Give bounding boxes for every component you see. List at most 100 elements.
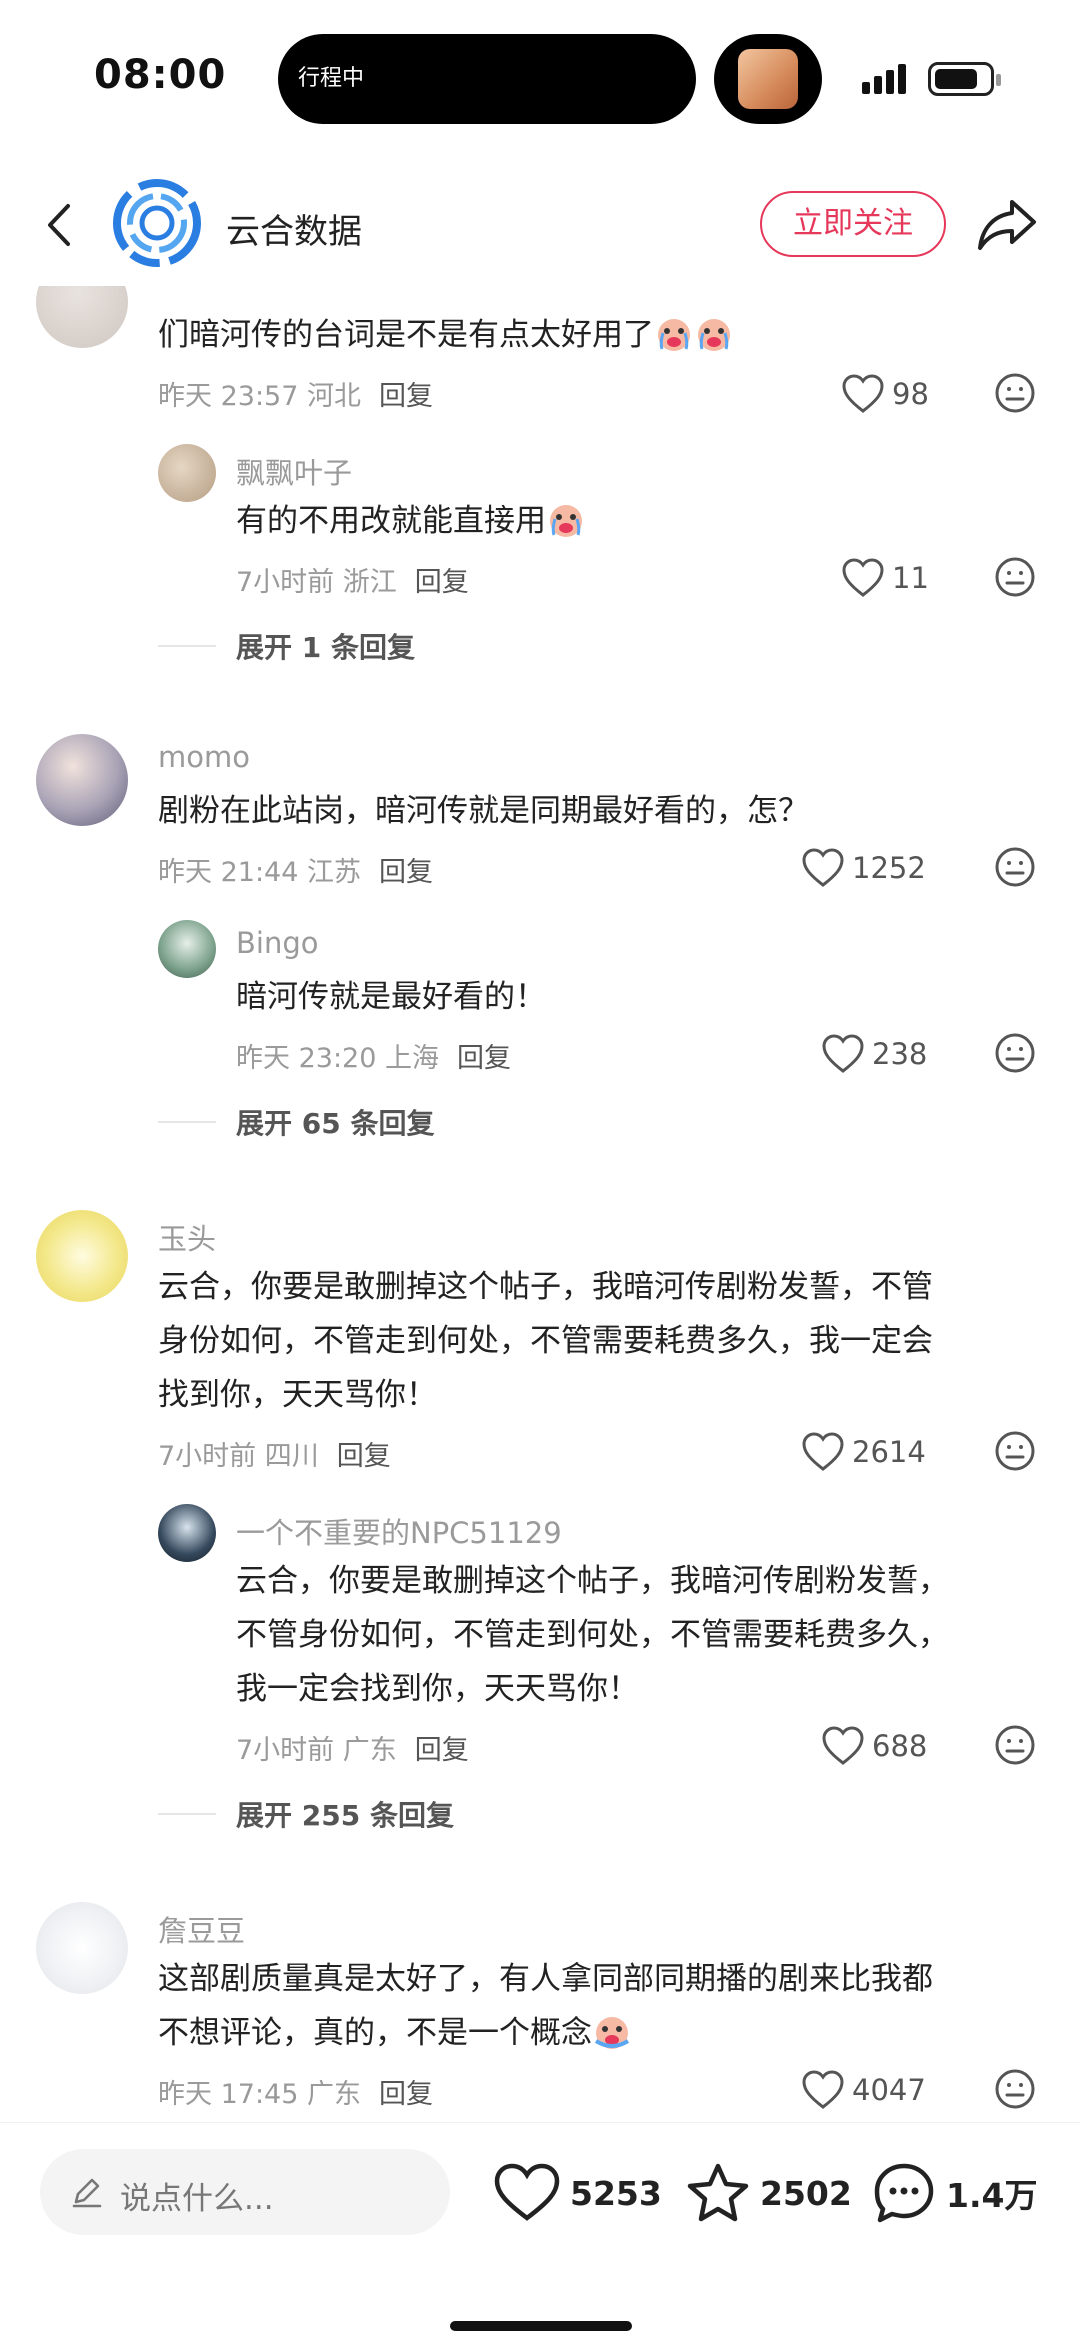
reply-meta: 7小时前 广东 回复 [236,1728,469,1767]
heart-outline-icon [842,374,884,413]
reply-button[interactable]: 回复 [415,567,469,598]
account-name[interactable]: 云合数据 [226,204,362,253]
comment-text: 剧粉在此站岗，暗河传就是同期最好看的，怎？ [158,793,809,829]
dislike-button[interactable] [994,2068,1036,2114]
like-button[interactable]: 4047 [802,2068,926,2112]
dynamic-island[interactable]: 行程中 [278,34,696,124]
reply-time: 昨天 23:20 [236,1043,377,1074]
comment-time: 昨天 23:57 [158,381,299,412]
comment-input[interactable]: 说点什么... [40,2149,450,2235]
battery-icon [928,62,1001,96]
like-button[interactable]: 11 [842,556,929,600]
comment-input-placeholder: 说点什么... [120,2181,274,2217]
reply-avatar[interactable] [158,1504,216,1562]
post-like-button[interactable]: 5253 [494,2153,662,2233]
dislike-button[interactable] [994,372,1036,418]
reply-button[interactable]: 回复 [379,381,433,412]
share-button[interactable] [976,196,1038,252]
like-count: 4047 [852,2073,926,2107]
reply-text-line: 不管身份如何，不管走到何处，不管需要耗费多久， [236,1617,949,1653]
comment-meta: 昨天 21:44 江苏 回复 [158,850,433,889]
signal-icon [862,64,914,94]
island-app-thumbnail[interactable] [714,34,822,124]
meh-face-icon [995,2069,1035,2109]
reply-button[interactable]: 回复 [379,857,433,888]
reply-button[interactable]: 回复 [379,2079,433,2110]
like-button[interactable]: 238 [822,1032,927,1076]
dislike-button[interactable] [994,846,1036,892]
reply-text: 有的不用改就能直接用 [236,494,1036,548]
dislike-button[interactable] [994,1430,1036,1476]
expand-replies-label: 展开 65 条回复 [236,1107,435,1140]
reply-avatar[interactable] [158,444,216,502]
crying-emoji-icon [694,313,734,353]
commenter-avatar[interactable] [36,286,128,348]
reply-username[interactable]: Bingo [236,926,318,960]
like-count: 2614 [852,1435,926,1469]
comment-meta: 7小时前 四川 回复 [158,1434,391,1473]
back-button[interactable] [40,200,80,250]
expand-replies-button[interactable]: 展开 65 条回复 [158,1102,434,1142]
comment-location: 广东 [307,2079,361,2110]
reply-username[interactable]: 一个不重要的NPC51129 [236,1510,562,1552]
commenter-username[interactable]: 玉头 [158,1216,216,1258]
meh-face-icon [995,847,1035,887]
like-button[interactable]: 2614 [802,1430,926,1474]
post-favorite-count: 2502 [760,2173,852,2213]
expand-replies-button[interactable]: 展开 255 条回复 [158,1794,454,1834]
commenter-avatar[interactable] [36,734,128,826]
heart-outline-icon [802,1432,844,1471]
post-favorite-button[interactable]: 2502 [686,2153,852,2233]
heart-outline-icon [822,1034,864,1073]
reply-avatar[interactable] [158,920,216,978]
commenter-avatar[interactable] [36,1210,128,1302]
reply-time: 7小时前 [236,1735,335,1766]
heart-outline-icon [802,2070,844,2109]
commenter-username[interactable]: momo [158,740,250,774]
comment-text-line: 找到你，天天骂你！ [158,1377,437,1413]
comment-meta: 昨天 17:45 广东 回复 [158,2072,433,2111]
follow-button[interactable]: 立即关注 [760,191,946,257]
dislike-button[interactable] [994,1724,1036,1770]
heart-outline-icon [802,848,844,887]
like-button[interactable]: 98 [842,372,929,416]
meh-face-icon [995,373,1035,413]
crying-emoji-icon [654,313,694,353]
meh-face-icon [995,1431,1035,1471]
comment-meta: 昨天 23:57 河北 回复 [158,374,433,413]
comment-list[interactable]: 们暗河传的台词是不是有点太好用了 昨天 23:57 河北 回复 98 飘飘叶子 有… [0,286,1080,2122]
like-count: 1252 [852,851,926,885]
expand-replies-label: 展开 255 条回复 [236,1799,454,1832]
post-comment-button[interactable]: 1.4万 [872,2153,1037,2233]
comment-location: 四川 [264,1441,319,1472]
heart-outline-icon [842,558,884,597]
reply-location: 广东 [342,1735,397,1766]
reply-button[interactable]: 回复 [415,1735,469,1766]
like-button[interactable]: 1252 [802,846,926,890]
like-button[interactable]: 688 [822,1724,927,1768]
reply-button[interactable]: 回复 [457,1043,511,1074]
comment-text: 们暗河传的台词是不是有点太好用了 [158,308,1038,362]
reply-button[interactable]: 回复 [337,1441,391,1472]
post-comment-count: 1.4万 [946,2176,1038,2215]
like-count: 688 [872,1729,928,1763]
dislike-button[interactable] [994,1032,1036,1078]
meh-face-icon [995,1725,1035,1765]
status-time: 08:00 [94,52,227,98]
reply-text: 云合，你要是敢删掉这个帖子，我暗河传剧粉发誓， 不管身份如何，不管走到何处，不管… [236,1554,1036,1716]
expand-replies-button[interactable]: 展开 1 条回复 [158,626,415,666]
reply-text: 暗河传就是最好看的！ [236,979,546,1015]
commenter-username[interactable]: 詹豆豆 [158,1908,245,1950]
commenter-avatar[interactable] [36,1902,128,1994]
comment-text-line: 云合，你要是敢删掉这个帖子，我暗河传剧粉发誓，不管 [158,1269,933,1305]
home-indicator[interactable] [450,2321,632,2331]
share-icon [978,200,1036,250]
comment-text-line: 身份如何，不管走到何处，不管需要耗费多久，我一定会 [158,1323,933,1359]
reply-text-line: 云合，你要是敢删掉这个帖子，我暗河传剧粉发誓， [236,1563,949,1599]
meh-face-icon [995,557,1035,597]
reply-username[interactable]: 飘飘叶子 [236,450,352,492]
reply-location: 上海 [385,1043,439,1074]
account-logo[interactable] [112,178,202,268]
dislike-button[interactable] [994,556,1036,602]
like-count: 98 [892,377,929,411]
